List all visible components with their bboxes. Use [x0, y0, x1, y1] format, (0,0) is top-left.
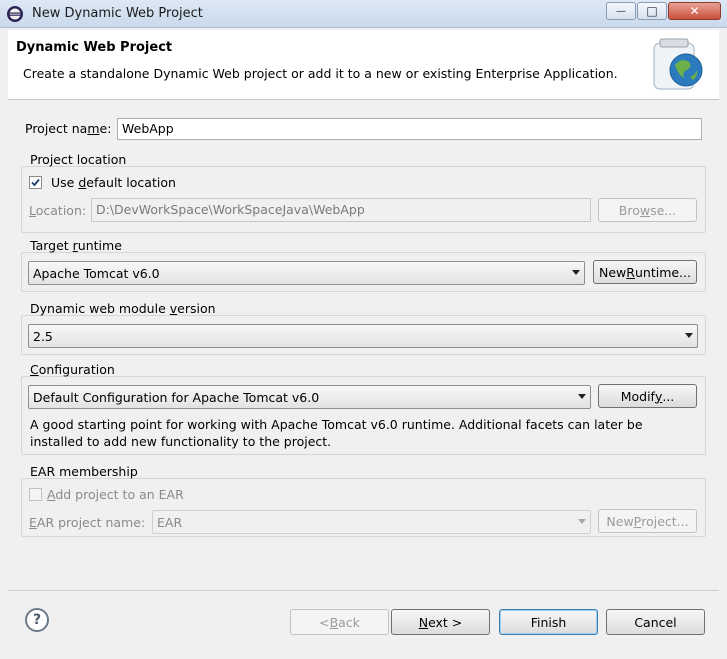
add-to-ear-checkbox[interactable]	[29, 488, 42, 501]
configuration-label: Configuration	[30, 362, 115, 377]
chevron-down-icon	[685, 333, 693, 338]
configuration-value: Default Configuration for Apache Tomcat …	[33, 389, 320, 405]
checkmark-icon	[31, 178, 40, 187]
configuration-description-line1: A good starting point for working with A…	[30, 417, 643, 432]
add-to-ear-label[interactable]: Add project to an EAR	[47, 487, 184, 502]
chevron-down-icon	[578, 519, 586, 524]
minimize-icon: —	[616, 5, 626, 17]
location-label: Location:	[29, 203, 87, 218]
modify-button[interactable]: Modif y...	[598, 384, 697, 408]
module-version-label: Dynamic web module version	[30, 301, 216, 316]
project-name-label: Project name:	[25, 121, 112, 136]
next-button[interactable]: Next >	[391, 609, 490, 635]
cancel-button[interactable]: Cancel	[606, 609, 705, 635]
footer-separator	[8, 590, 719, 591]
back-button[interactable]: < Back	[290, 609, 389, 635]
ear-project-name-combo[interactable]: EAR	[152, 510, 591, 534]
target-runtime-value: Apache Tomcat v6.0	[33, 265, 160, 281]
eclipse-icon	[7, 6, 23, 22]
wizard-description: Create a standalone Dynamic Web project …	[23, 66, 618, 81]
help-glyph: ?	[32, 612, 42, 628]
chevron-down-icon	[572, 270, 580, 275]
finish-button[interactable]: Finish	[499, 609, 598, 635]
location-input[interactable]: D:\DevWorkSpace\WorkSpaceJava\WebApp	[91, 198, 591, 222]
maximize-icon: □	[646, 4, 658, 18]
module-version-select[interactable]: 2.5	[28, 324, 698, 348]
use-default-location-checkbox[interactable]	[29, 176, 42, 189]
project-location-label: Project location	[30, 152, 127, 167]
module-version-value: 2.5	[33, 328, 53, 344]
new-ear-project-button[interactable]: New Project...	[598, 509, 697, 533]
new-runtime-button[interactable]: New Runtime...	[593, 260, 697, 284]
use-default-location-label[interactable]: Use default location	[51, 175, 176, 190]
close-button[interactable]: ✕	[668, 2, 721, 20]
web-project-jar-globe-icon	[653, 38, 703, 90]
ear-membership-label: EAR membership	[30, 464, 138, 479]
help-icon[interactable]: ?	[25, 608, 49, 632]
target-runtime-select[interactable]: Apache Tomcat v6.0	[28, 261, 585, 285]
window-title: New Dynamic Web Project	[32, 6, 203, 21]
wizard-title: Dynamic Web Project	[16, 40, 173, 55]
target-runtime-label: Target runtime	[30, 238, 122, 253]
ear-project-name-value: EAR	[157, 514, 183, 530]
maximize-button[interactable]: □	[637, 2, 667, 20]
configuration-description-line2: installed to add new functionality to th…	[30, 434, 332, 449]
configuration-select[interactable]: Default Configuration for Apache Tomcat …	[28, 385, 591, 409]
minimize-button[interactable]: —	[606, 2, 636, 20]
ear-project-name-label: EAR project name:	[29, 515, 146, 530]
close-icon: ✕	[689, 4, 700, 18]
project-name-input[interactable]: WebApp	[117, 118, 702, 140]
browse-button[interactable]: Bro w se...	[598, 198, 697, 222]
chevron-down-icon	[578, 394, 586, 399]
